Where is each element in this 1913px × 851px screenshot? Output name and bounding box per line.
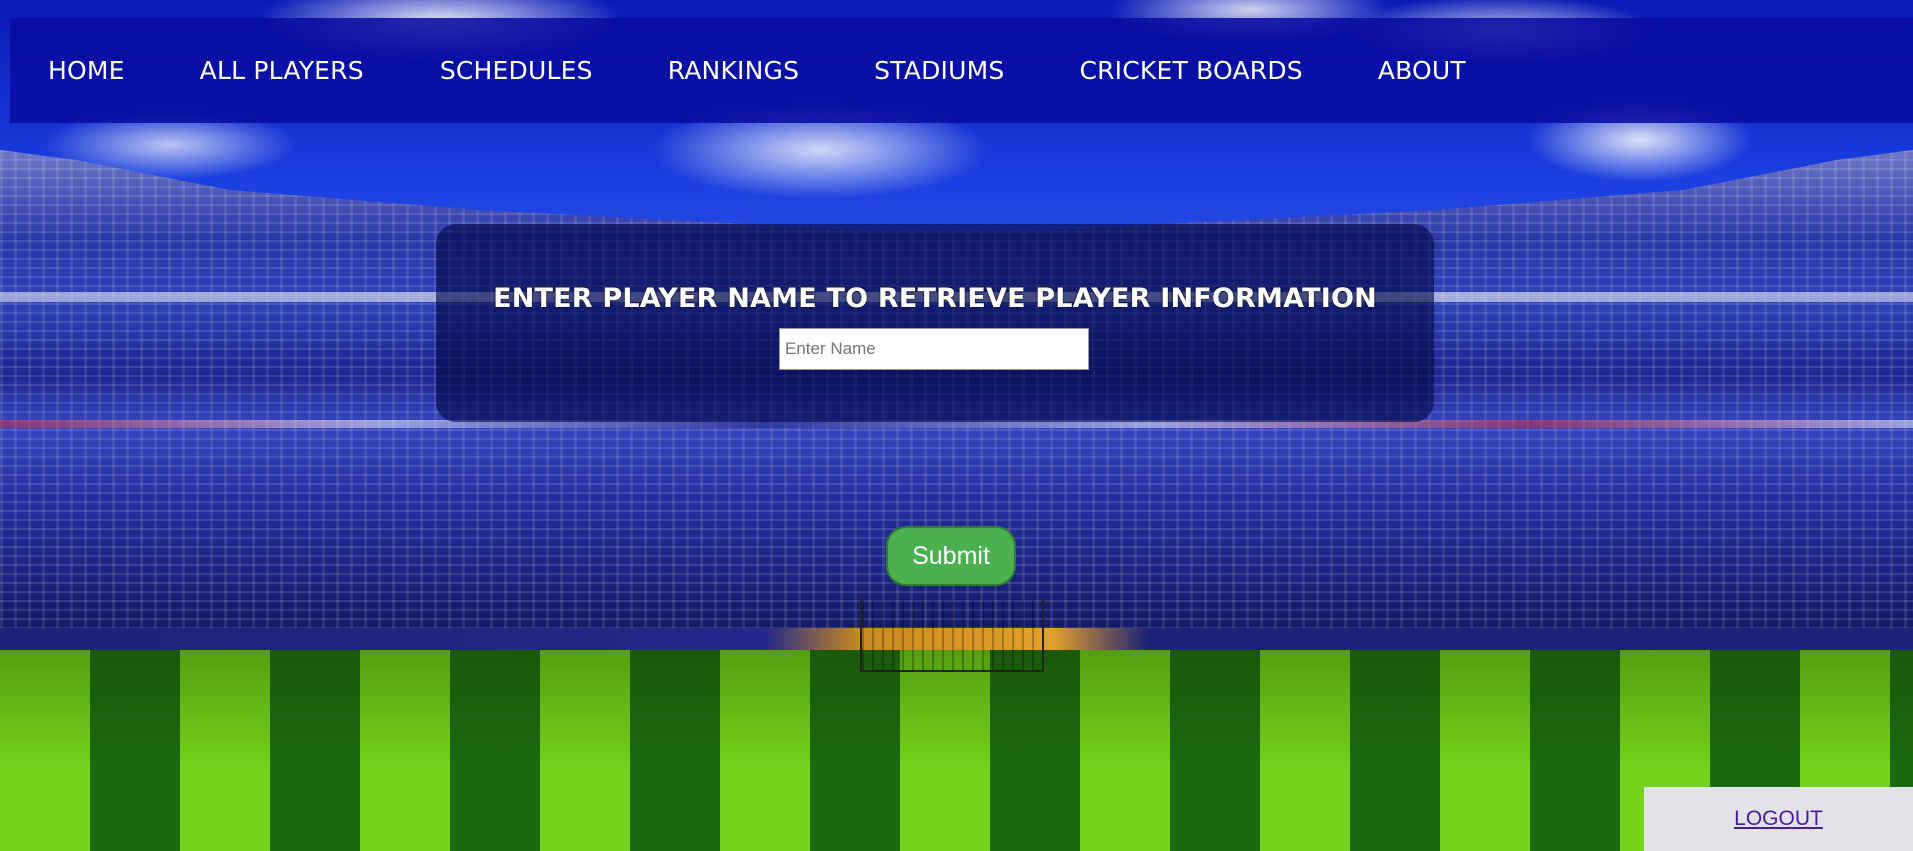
player-name-input[interactable] bbox=[779, 328, 1089, 370]
nav-item-home: HOME bbox=[48, 56, 125, 85]
batting-cage bbox=[860, 600, 1044, 672]
nav-link-about[interactable]: ABOUT bbox=[1378, 56, 1466, 85]
nav-item-cricket-boards: CRICKET BOARDS bbox=[1079, 56, 1302, 85]
nav-item-schedules: SCHEDULES bbox=[440, 56, 593, 85]
logout-link[interactable]: LOGOUT bbox=[1734, 807, 1823, 831]
nav-link-all-players[interactable]: ALL PLAYERS bbox=[200, 56, 364, 85]
nav-link-cricket-boards[interactable]: CRICKET BOARDS bbox=[1079, 56, 1302, 85]
nav-item-rankings: RANKINGS bbox=[668, 56, 799, 85]
nav-link-home[interactable]: HOME bbox=[48, 56, 125, 85]
nav-item-stadiums: STADIUMS bbox=[874, 56, 1004, 85]
nav-link-schedules[interactable]: SCHEDULES bbox=[440, 56, 593, 85]
nav-list: HOME ALL PLAYERS SCHEDULES RANKINGS STAD… bbox=[10, 56, 1541, 85]
logout-container: LOGOUT bbox=[1644, 787, 1913, 851]
nav-item-all-players: ALL PLAYERS bbox=[200, 56, 364, 85]
grass-shade bbox=[0, 650, 1913, 851]
search-heading: ENTER PLAYER NAME TO RETRIEVE PLAYER INF… bbox=[493, 283, 1377, 314]
stadium-background bbox=[0, 0, 1913, 851]
top-navbar: HOME ALL PLAYERS SCHEDULES RANKINGS STAD… bbox=[10, 18, 1913, 123]
nav-item-about: ABOUT bbox=[1378, 56, 1466, 85]
search-panel bbox=[436, 224, 1434, 422]
submit-button[interactable]: Submit bbox=[886, 526, 1016, 586]
nav-link-rankings[interactable]: RANKINGS bbox=[668, 56, 799, 85]
nav-link-stadiums[interactable]: STADIUMS bbox=[874, 56, 1004, 85]
